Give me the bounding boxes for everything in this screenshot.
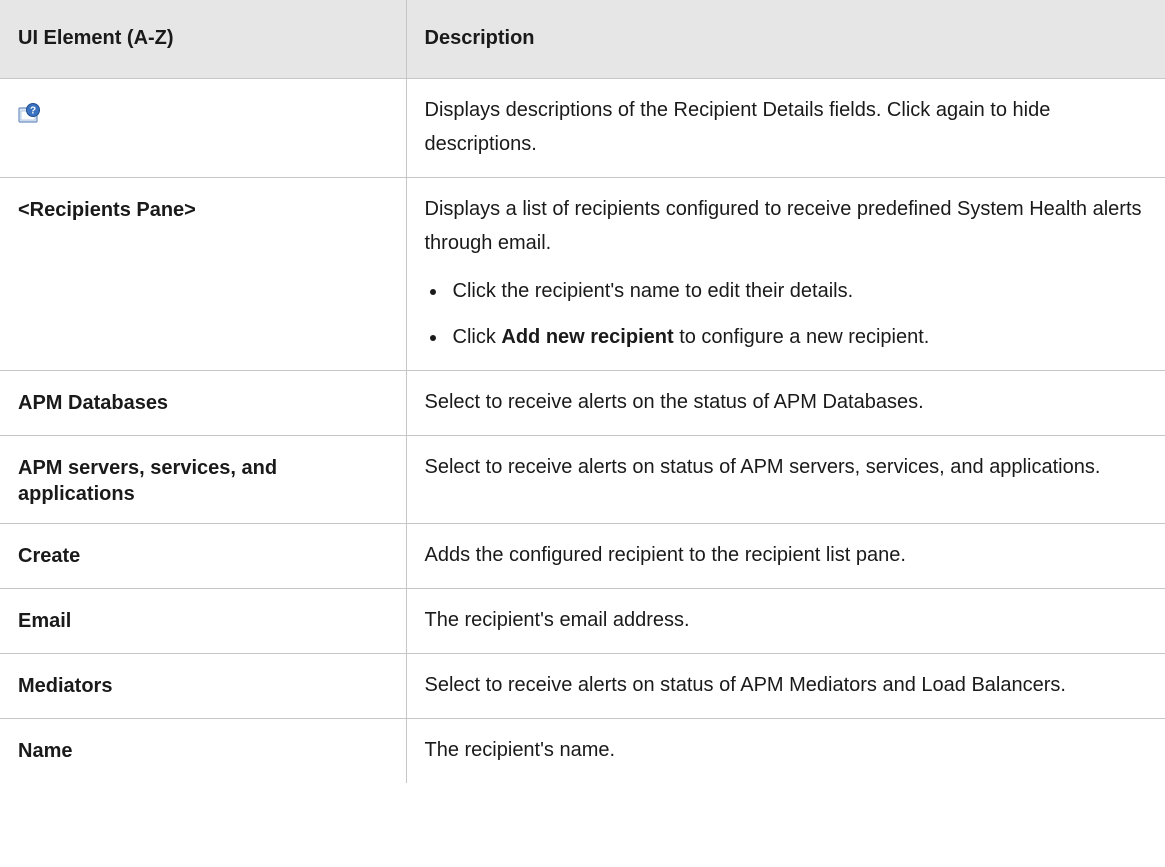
- bullet-prefix: Click: [452, 325, 502, 348]
- description-cell: Select to receive alerts on the status o…: [405, 369, 1165, 436]
- bullet-list: Click the recipient's name to edit their…: [425, 274, 1146, 354]
- list-item: Click the recipient's name to edit their…: [425, 274, 1146, 308]
- table-row: Create Adds the configured recipient to …: [0, 522, 1165, 589]
- ui-elements-table: UI Element (A-Z) Description ? Displays …: [0, 0, 1165, 783]
- description-cell: The recipient's email address.: [405, 587, 1165, 654]
- description-text: Displays descriptions of the Recipient D…: [424, 98, 1051, 155]
- description-cell: The recipient's name.: [405, 717, 1165, 783]
- table-row: Name The recipient's name.: [0, 717, 1165, 783]
- ui-element-cell: APM servers, services, and applications: [0, 434, 407, 524]
- ui-element-cell: APM Databases: [0, 369, 407, 436]
- table-row: APM Databases Select to receive alerts o…: [0, 369, 1165, 436]
- description-text: Adds the configured recipient to the rec…: [424, 543, 906, 566]
- description-cell: Select to receive alerts on status of AP…: [405, 434, 1165, 524]
- table-header-row: UI Element (A-Z) Description: [0, 0, 1165, 79]
- description-text: Select to receive alerts on status of AP…: [424, 455, 1101, 478]
- description-cell: Select to receive alerts on status of AP…: [405, 652, 1165, 719]
- description-text: The recipient's name.: [424, 738, 616, 761]
- table-row: ? Displays descriptions of the Recipient…: [0, 77, 1165, 178]
- table-row: Mediators Select to receive alerts on st…: [0, 652, 1165, 719]
- description-text: Select to receive alerts on the status o…: [424, 390, 924, 413]
- description-text: Displays a list of recipients configured…: [424, 197, 1142, 254]
- table-row: Email The recipient's email address.: [0, 587, 1165, 654]
- ui-element-cell: Mediators: [0, 652, 407, 719]
- table-row: <Recipients Pane> Displays a list of rec…: [0, 176, 1165, 371]
- ui-element-cell: <Recipients Pane>: [0, 176, 407, 371]
- ui-element-cell: Email: [0, 587, 407, 654]
- ui-element-cell: ?: [0, 77, 407, 178]
- description-cell: Displays descriptions of the Recipient D…: [405, 77, 1165, 178]
- column-header-ui-element: UI Element (A-Z): [0, 0, 407, 79]
- ui-element-cell: Create: [0, 522, 407, 589]
- svg-text:?: ?: [30, 105, 36, 116]
- add-new-recipient-term: Add new recipient: [501, 325, 674, 348]
- list-item: Click Add new recipient to configure a n…: [425, 320, 1146, 354]
- description-cell: Adds the configured recipient to the rec…: [405, 522, 1165, 589]
- ui-element-cell: Name: [0, 717, 407, 783]
- description-text: Select to receive alerts on status of AP…: [424, 673, 1066, 696]
- description-cell: Displays a list of recipients configured…: [405, 176, 1165, 371]
- bullet-text: Click the recipient's name to edit their…: [452, 279, 854, 302]
- bullet-suffix: to configure a new recipient.: [673, 325, 930, 348]
- column-header-description: Description: [405, 0, 1165, 79]
- description-text: The recipient's email address.: [424, 608, 690, 631]
- table-row: APM servers, services, and applications …: [0, 434, 1165, 524]
- show-descriptions-icon[interactable]: ?: [18, 102, 42, 124]
